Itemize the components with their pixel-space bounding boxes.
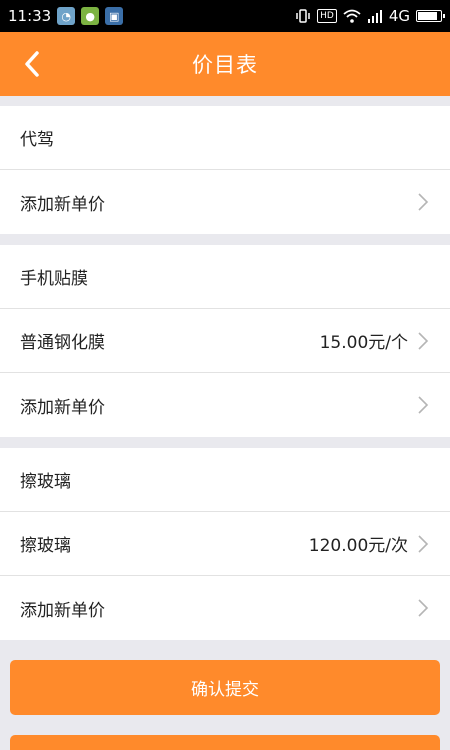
price-list: 代驾 添加新单价 手机贴膜 普通钢化膜 15.00元/个 添加新单价 擦玻璃 擦… (0, 106, 450, 651)
signal-icon (367, 10, 382, 23)
vibrate-icon (296, 9, 310, 23)
section-phone-film: 手机贴膜 普通钢化膜 15.00元/个 添加新单价 (0, 245, 450, 437)
add-price-row[interactable]: 添加新单价 (0, 170, 450, 234)
add-price-row[interactable]: 添加新单价 (0, 576, 450, 640)
hd-badge: HD (317, 9, 337, 23)
section-title: 擦玻璃 (20, 472, 71, 492)
back-button[interactable] (14, 46, 50, 82)
add-price-label: 添加新单价 (20, 194, 105, 215)
chevron-right-icon (416, 331, 430, 351)
price-item-row[interactable]: 擦玻璃 120.00元/次 (0, 512, 450, 576)
price-item-value: 15.00元/个 (319, 333, 408, 353)
notification-wechat-icon: ● (81, 7, 100, 25)
price-item-label: 普通钢化膜 (20, 333, 105, 353)
section-glass-cleaning: 擦玻璃 擦玻璃 120.00元/次 添加新单价 (0, 448, 450, 640)
chevron-right-icon (416, 534, 430, 554)
add-price-row[interactable]: 添加新单价 (0, 373, 450, 437)
chevron-right-icon (416, 192, 430, 212)
network-type: 4G (388, 7, 410, 25)
section-title-row: 代驾 (0, 106, 450, 170)
battery-icon (416, 10, 445, 22)
header-bar: 价目表 (0, 32, 450, 96)
notification-image-icon: ▣ (105, 7, 124, 25)
chevron-right-icon (416, 395, 430, 415)
price-item-value: 120.00元/次 (308, 536, 408, 556)
section-title: 代驾 (20, 130, 54, 150)
price-item-row[interactable]: 普通钢化膜 15.00元/个 (0, 309, 450, 373)
notification-app-icon: ◔ (57, 7, 76, 25)
price-item-label: 擦玻璃 (20, 536, 71, 556)
confirm-submit-button[interactable]: 确认提交 (10, 660, 440, 715)
section-title: 手机贴膜 (20, 269, 88, 289)
add-price-label: 添加新单价 (20, 397, 105, 418)
add-price-label: 添加新单价 (20, 600, 105, 621)
secondary-button[interactable] (10, 735, 440, 750)
wifi-icon (343, 9, 361, 23)
page-title: 价目表 (192, 53, 258, 77)
status-time: 11:33 (8, 7, 52, 25)
status-right: HD 4G (295, 7, 445, 25)
section-daijia: 代驾 添加新单价 (0, 106, 450, 234)
chevron-right-icon (416, 598, 430, 618)
chevron-left-icon (25, 51, 39, 77)
section-title-row: 擦玻璃 (0, 448, 450, 512)
section-title-row: 手机贴膜 (0, 245, 450, 309)
status-left: 11:33 ◔ ● ▣ (8, 7, 124, 25)
status-bar: 11:33 ◔ ● ▣ HD 4G (0, 0, 450, 32)
